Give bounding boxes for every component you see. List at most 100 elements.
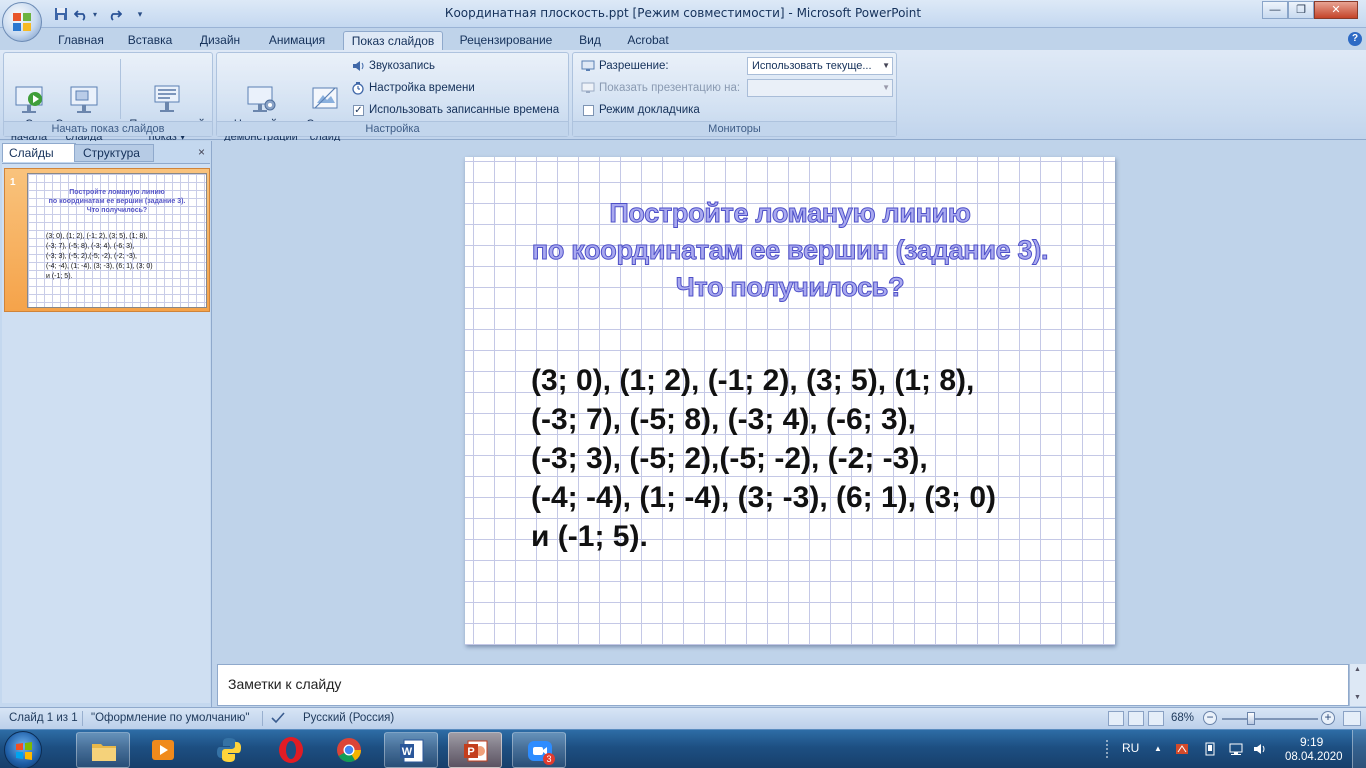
slide-sorter-view-icon[interactable] [1128,711,1144,726]
zoom-level[interactable]: 68% [1171,712,1194,724]
slide-thumbnail-1[interactable]: 1 Постройте ломаную линию по координатам… [4,168,210,312]
show-desktop-button[interactable] [1352,730,1366,768]
vertical-scrollbar[interactable]: ▲ ▼ [1349,664,1366,706]
spellcheck-icon[interactable] [270,711,286,728]
slide-counter: Слайд 1 из 1 [9,712,78,724]
volume-icon[interactable] [1253,742,1267,756]
office-logo-icon [13,13,31,31]
tab-outline[interactable]: Структура [74,144,154,162]
tab-animation[interactable]: Анимация [260,31,334,51]
show-on-label: Показать презентацию на: [581,79,740,97]
tab-review[interactable]: Рецензирование [452,31,560,51]
zoom-in-icon[interactable]: + [1321,711,1335,725]
monitor-icon [581,82,595,93]
tray-expand-icon[interactable]: ▲ [1151,742,1165,756]
tab-design[interactable]: Дизайн [190,31,250,51]
close-pane-icon[interactable]: × [198,145,205,159]
resolution-label-text: Разрешение: [599,60,669,72]
chevron-down-icon: ▼ [882,61,890,70]
office-button[interactable] [2,2,42,42]
slideshow-view-icon[interactable] [1148,711,1164,726]
group-label: Настройка [217,121,568,136]
rehearse-timings-button[interactable]: Настройка времени [351,79,475,97]
taskbar-chrome[interactable] [322,732,376,768]
network-icon[interactable] [1229,742,1243,756]
rehearse-timings-label: Настройка времени [369,82,475,94]
taskbar-word[interactable]: W [384,732,438,768]
slides-pane: Слайды Структура × 1 Постройте ломаную л… [0,141,212,707]
record-narration-label: Звукозапись [369,60,436,72]
presenter-view-label[interactable]: Режим докладчика [581,101,700,119]
custom-show-icon [151,70,183,112]
resolution-dropdown[interactable]: Использовать текуще... ▼ [747,57,893,75]
taskbar-media-player[interactable] [136,732,190,768]
fit-to-window-icon[interactable] [1343,711,1361,726]
slide-canvas[interactable]: Постройте ломаную линию по координатам е… [465,157,1115,645]
input-language-indicator[interactable]: RU [1122,741,1139,755]
windows-logo-icon [16,742,32,760]
monitor-icon [581,60,595,71]
notification-badge: 3 [543,753,555,765]
window-title: Координатная плоскость.ppt [Режим совмес… [444,6,922,20]
zoom-out-icon[interactable]: − [1203,711,1217,725]
taskbar-explorer[interactable] [76,732,130,768]
tab-home[interactable]: Главная [50,31,112,51]
thumbnail-body: (3; 0), (1; 2), (-1; 2), (3; 5), (1; 8),… [46,233,153,280]
minimize-button[interactable]: — [1262,1,1288,19]
tray-app-icon[interactable] [1175,742,1189,756]
show-on-dropdown[interactable]: ▼ [747,79,893,97]
chevron-down-icon: ▼ [882,83,890,92]
clock-time[interactable]: 9:19 [1300,735,1323,749]
scroll-down-icon[interactable]: ▼ [1354,694,1361,701]
status-divider [82,711,83,726]
language-indicator[interactable]: Русский (Россия) [303,712,394,724]
close-button[interactable]: ✕ [1314,1,1358,19]
group-divider [120,59,121,119]
tab-slides[interactable]: Слайды [2,143,76,162]
resolution-label: Разрешение: [581,57,669,75]
thumbnail-title: Постройте ломаную линию по координатам е… [48,189,186,214]
zoom-slider-track[interactable] [1222,718,1318,720]
title-bar: ▾ ▾ Координатная плоскость.ppt [Режим со… [0,0,1366,28]
taskbar-zoom[interactable]: 3 [512,732,566,768]
slide-body-text[interactable]: (3; 0), (1; 2), (-1; 2), (3; 5), (1; 8),… [531,361,1091,556]
use-timings-label[interactable]: Использовать записанные времена [351,101,559,119]
slideshow-current-icon [68,70,100,113]
tray-device-icon[interactable] [1203,742,1217,756]
hide-slide-icon [309,70,341,109]
show-on-label-text: Показать презентацию на: [599,82,741,94]
taskbar-opera[interactable] [264,732,318,768]
normal-view-icon[interactable] [1108,711,1124,726]
group-setup: Настройка демонстрации Скрыть слайд Звук… [216,52,569,143]
ribbon: С начала С текущего слайда Произвольный … [0,50,1366,143]
start-button[interactable] [4,731,42,768]
tab-view[interactable]: Вид [572,31,608,51]
ribbon-tab-row: Главная Вставка Дизайн Анимация Показ сл… [0,28,1366,51]
explorer-icon [92,744,116,761]
slideshow-start-icon [13,70,45,113]
slide-editor: Постройте ломаную линию по координатам е… [217,141,1366,664]
taskbar: W P 3 RU ▲ 9:19 08.04.2020 [0,729,1366,768]
resolution-value: Использовать текуще... [752,60,872,72]
scroll-up-icon[interactable]: ▲ [1354,666,1361,673]
taskbar-python[interactable] [202,732,256,768]
status-bar: Слайд 1 из 1 "Оформление по умолчанию" Р… [0,707,1366,729]
clock-date[interactable]: 08.04.2020 [1285,751,1343,763]
record-narration-button[interactable]: Звукозапись [351,57,435,75]
word-icon: W [400,739,424,763]
notes-pane[interactable]: Заметки к слайду [217,664,1349,706]
group-start-slideshow: С начала С текущего слайда Произвольный … [3,52,213,143]
restore-button[interactable]: ❐ [1288,1,1314,19]
tab-insert[interactable]: Вставка [120,31,180,51]
zoom-slider-thumb[interactable] [1247,712,1255,725]
svg-text:W: W [402,746,413,758]
taskbar-powerpoint[interactable]: P [448,732,502,768]
group-label: Мониторы [573,121,896,136]
help-icon[interactable]: ? [1348,32,1362,46]
theme-name[interactable]: "Оформление по умолчанию" [91,712,249,724]
slide-title[interactable]: Постройте ломаную линию по координатам е… [465,195,1115,306]
tab-slide-show[interactable]: Показ слайдов [343,31,443,51]
setup-show-icon [245,70,277,112]
timer-icon [352,82,364,95]
tab-acrobat[interactable]: Acrobat [620,31,676,51]
